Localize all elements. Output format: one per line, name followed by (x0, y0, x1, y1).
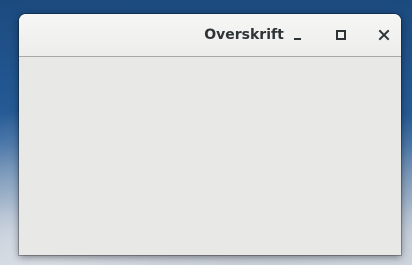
maximize-button[interactable] (327, 21, 355, 49)
close-button[interactable] (370, 21, 398, 49)
maximize-icon (336, 30, 346, 40)
minimize-icon (294, 38, 301, 40)
window-controls (275, 14, 401, 57)
close-icon (378, 29, 390, 41)
window-content (19, 57, 401, 255)
minimize-button[interactable] (284, 21, 312, 49)
header-bar[interactable]: Overskrift (19, 14, 401, 57)
app-window: Overskrift (19, 14, 401, 255)
